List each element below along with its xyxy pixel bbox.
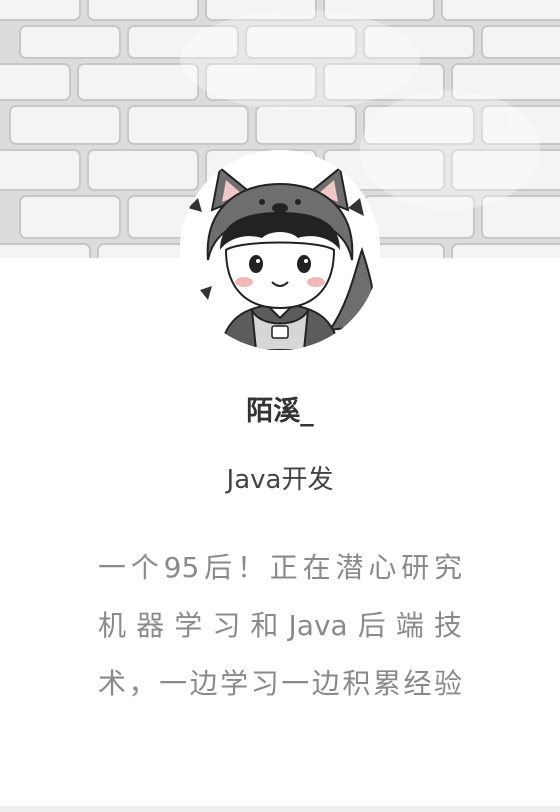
user-bio: 一个95后！正在潜心研究 机器学习和Java后端技 术，一边学习一边积累经验 (98, 548, 462, 722)
cartoon-boy-wolf-hood-icon (180, 150, 380, 350)
profile-card: 陌溪_ Java开发 一个95后！正在潜心研究 机器学习和Java后端技 术，一… (0, 0, 560, 806)
bio-line: 术，一边学习一边积累经验 (98, 667, 462, 700)
bottom-divider (0, 806, 560, 812)
bio-line: 一个95后！正在潜心研究 (98, 551, 462, 584)
bio-line: 机器学习和Java后端技 (98, 609, 462, 642)
avatar[interactable] (180, 150, 380, 350)
user-name: 陌溪_ (246, 396, 314, 427)
user-role: Java开发 (226, 465, 334, 495)
